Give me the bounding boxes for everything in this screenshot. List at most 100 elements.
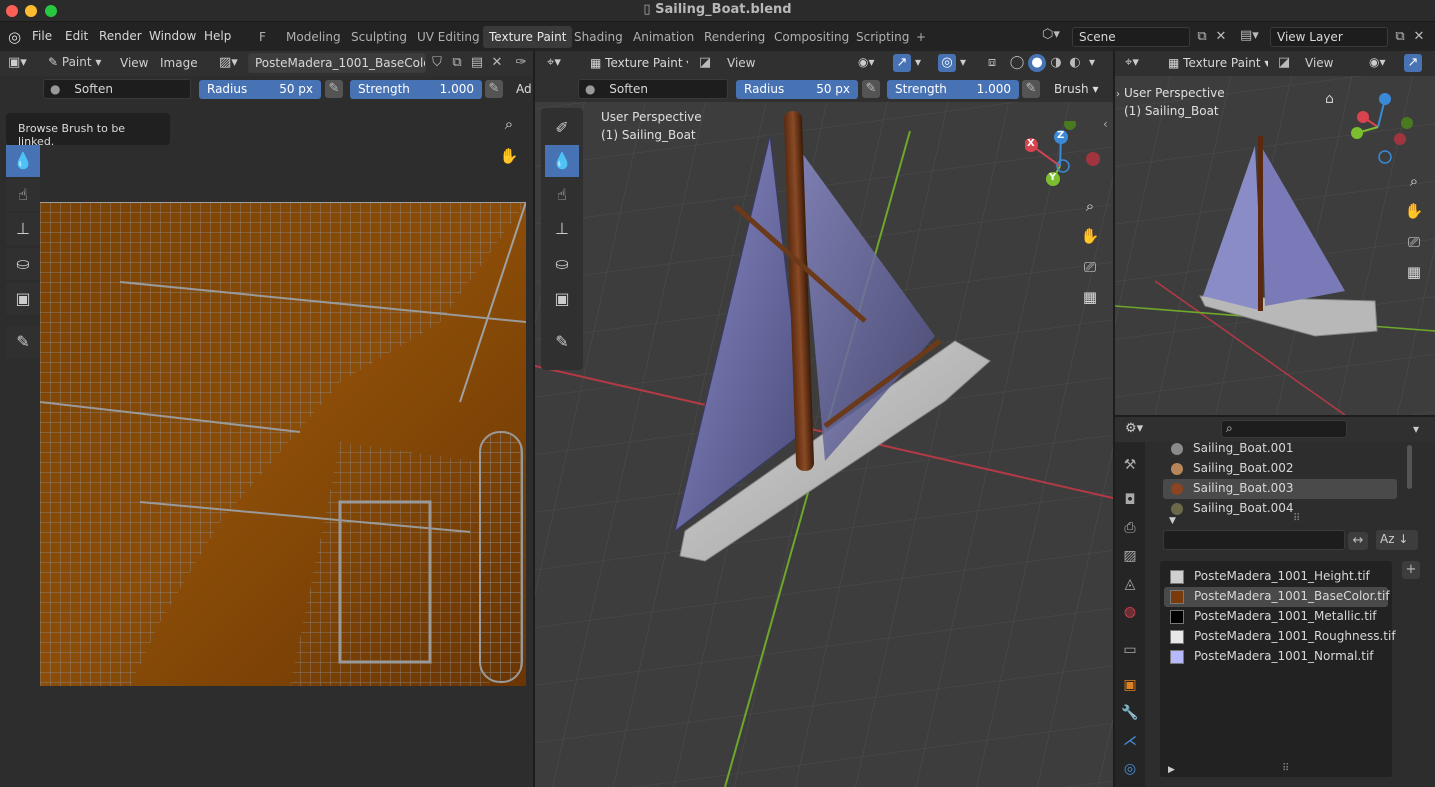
material-item[interactable]: Sailing_Boat.004 (1163, 499, 1397, 519)
vp-camera-icon[interactable]: ⎚ (1077, 254, 1103, 280)
pan-hand-icon[interactable]: ✋ (496, 143, 522, 169)
material-item-selected[interactable]: Sailing_Boat.003 (1163, 479, 1397, 499)
menu-help[interactable]: Help (204, 29, 231, 43)
sidebar-toggle-icon[interactable]: ‹ (1103, 117, 1108, 131)
brush-selector[interactable]: ● Soften (43, 79, 191, 99)
strength-slider[interactable]: Strength 1.000 (350, 80, 482, 99)
vp-tool-annotate[interactable]: ✎ (545, 326, 579, 358)
tool-clone[interactable]: ⊥ (6, 213, 40, 245)
new-view-layer-icon[interactable]: ⧉ (1391, 28, 1409, 46)
image-name-field[interactable]: PosteMadera_1001_BaseColor.tif (248, 53, 426, 73)
texture-slot[interactable]: PosteMadera_1001_Metallic.tif (1164, 607, 1388, 627)
strength-pressure-icon[interactable]: ✎ (485, 80, 503, 98)
mini-paint-mask-icon[interactable]: ◪ (1275, 54, 1293, 72)
menu-file[interactable]: File (32, 29, 52, 43)
mini-gizmo-icon[interactable]: ↗ (1404, 54, 1422, 72)
brush-menu[interactable]: Brush ▾ (1054, 82, 1098, 96)
properties-editor-type-icon[interactable]: ⚙▾ (1125, 421, 1143, 436)
viewport-view-menu[interactable]: View (727, 56, 755, 70)
navigation-gizmo[interactable]: X Y Z (1024, 118, 1105, 191)
texture-slot-selected[interactable]: PosteMadera_1001_BaseColor.tif (1164, 587, 1390, 607)
vp-tool-soften[interactable]: 💧 (545, 145, 579, 177)
add-menu-label[interactable]: Ad (516, 82, 532, 96)
tab-shading[interactable]: Shading (568, 26, 629, 48)
xray-icon[interactable]: ⧈ (983, 54, 1001, 72)
tab-modeling[interactable]: Modeling (280, 26, 347, 48)
texture-paint-mode-dropdown[interactable]: ▦ Texture Paint ▾ (583, 53, 689, 73)
viewport-strength-pressure-icon[interactable]: ✎ (1022, 80, 1040, 98)
paint-mask-icon[interactable]: ◪ (696, 54, 714, 72)
invert-filter-icon[interactable]: ↔ (1348, 532, 1368, 550)
texture-slot[interactable]: PosteMadera_1001_Normal.tif (1164, 647, 1388, 667)
physics-tab-icon[interactable]: ◎ (1119, 758, 1141, 780)
particles-tab-icon[interactable]: ⋌ (1119, 730, 1141, 752)
tool-soften[interactable]: 💧 (6, 145, 40, 177)
mini-view-menu[interactable]: View (1305, 56, 1333, 70)
radius-pressure-icon[interactable]: ✎ (325, 80, 343, 98)
uv-texture-canvas[interactable] (40, 202, 526, 686)
pin-icon[interactable]: ✑ (512, 54, 530, 72)
mini-visibility-icon[interactable]: ◉▾ (1369, 55, 1386, 69)
shading-dropdown-icon[interactable]: ▾ (1089, 55, 1095, 69)
object-tab-icon[interactable]: ▣ (1119, 674, 1141, 696)
editor-type-icon[interactable]: ▣▾ (8, 55, 27, 70)
vp-tool-smear[interactable]: ☝ (545, 179, 579, 211)
viewport-radius-slider[interactable]: Radius 50 px (736, 80, 858, 99)
tab-compositing[interactable]: Compositing (768, 26, 855, 48)
vp-tool-mask[interactable]: ▣ (545, 283, 579, 315)
mini-mode-dropdown[interactable]: ▦ Texture Paint ▾ (1161, 53, 1269, 73)
viewport-brush-selector[interactable]: ● Soften (578, 79, 728, 99)
mini-navigation-gizmo[interactable] (1343, 89, 1423, 164)
vp-tool-fill[interactable]: ⛀ (545, 248, 579, 280)
mini-editor-type-icon[interactable]: ⌖▾ (1125, 55, 1139, 70)
open-image-icon[interactable]: ▤ (468, 54, 486, 72)
menu-render[interactable]: Render (99, 29, 142, 43)
radius-slider[interactable]: Radius 50 px (199, 80, 321, 99)
secondary-3d-viewport[interactable]: ⌖▾ ▦ Texture Paint ▾ ◪ View ◉▾ ↗ User Pe… (1115, 51, 1435, 415)
properties-search-input[interactable]: ⌕ (1221, 420, 1347, 438)
tab-animation[interactable]: Animation (627, 26, 700, 48)
texture-slot[interactable]: PosteMadera_1001_Roughness.tif (1164, 627, 1396, 647)
menu-edit[interactable]: Edit (65, 29, 88, 43)
mini-collapse-icon[interactable]: › (1116, 89, 1120, 100)
viewport-radius-pressure-icon[interactable]: ✎ (862, 80, 880, 98)
properties-options-icon[interactable]: ▾ (1413, 422, 1419, 436)
material-item[interactable]: Sailing_Boat.002 (1163, 459, 1397, 479)
view-layer-field[interactable]: View Layer (1270, 27, 1388, 47)
expand-arrow-icon[interactable]: ▼ (1169, 516, 1176, 526)
material-list[interactable]: Sailing_Boat.001 Sailing_Boat.002 Sailin… (1163, 439, 1409, 521)
rendered-shading-icon[interactable]: ◐ (1066, 54, 1084, 72)
tab-rendering[interactable]: Rendering (698, 26, 771, 48)
vp-zoom-icon[interactable]: ⌕ (1077, 193, 1103, 219)
wireframe-shading-icon[interactable]: ◯ (1008, 54, 1026, 72)
world-tab-icon[interactable]: ◍ (1119, 601, 1141, 623)
unlink-image-icon[interactable]: ✕ (488, 54, 506, 72)
render-tab-icon[interactable]: ◘ (1119, 489, 1141, 511)
image-browse-icon[interactable]: ▨▾ (219, 55, 238, 70)
tab-f[interactable]: F (253, 26, 272, 48)
output-tab-icon[interactable]: ⎙ (1119, 517, 1141, 539)
mini-ortho-icon[interactable]: ▦ (1401, 259, 1427, 285)
zoom-icon[interactable]: ⌕ (496, 111, 522, 137)
main-3d-viewport[interactable]: ⌖▾ ▦ Texture Paint ▾ ◪ View ◉▾ ↗ ▾ ◎ ▾ ⧈… (535, 51, 1113, 787)
texture-expand-arrow-icon[interactable]: ▶ (1168, 765, 1175, 775)
mini-camera-icon[interactable]: ⎚ (1401, 229, 1427, 255)
mini-pan-icon[interactable]: ✋ (1401, 198, 1427, 224)
tab-sculpting[interactable]: Sculpting (345, 26, 413, 48)
sort-alpha-button[interactable]: Az ↓ (1376, 530, 1418, 550)
visibility-eye-icon[interactable]: ◉▾ (858, 55, 875, 69)
tool-tab-icon[interactable]: ⚒ (1119, 454, 1141, 476)
scene-field[interactable]: Scene (1072, 27, 1190, 47)
tab-uv-editing[interactable]: UV Editing (411, 26, 486, 48)
mini-zoom-icon[interactable]: ⌕ (1401, 168, 1427, 194)
menu-window[interactable]: Window (149, 29, 196, 43)
collection-tab-icon[interactable]: ▭ (1119, 639, 1141, 661)
add-texture-slot-button[interactable]: + (1402, 561, 1420, 579)
vp-ortho-grid-icon[interactable]: ▦ (1077, 284, 1103, 310)
vp-tool-draw[interactable]: ✐ (545, 112, 579, 144)
resize-handle-icon[interactable]: ⠿ (1293, 513, 1300, 524)
new-scene-icon[interactable]: ⧉ (1193, 28, 1211, 46)
delete-view-layer-icon[interactable]: ✕ (1410, 28, 1428, 46)
image-view-menu[interactable]: View (120, 56, 148, 70)
overlay-dropdown-icon[interactable]: ▾ (960, 55, 966, 69)
